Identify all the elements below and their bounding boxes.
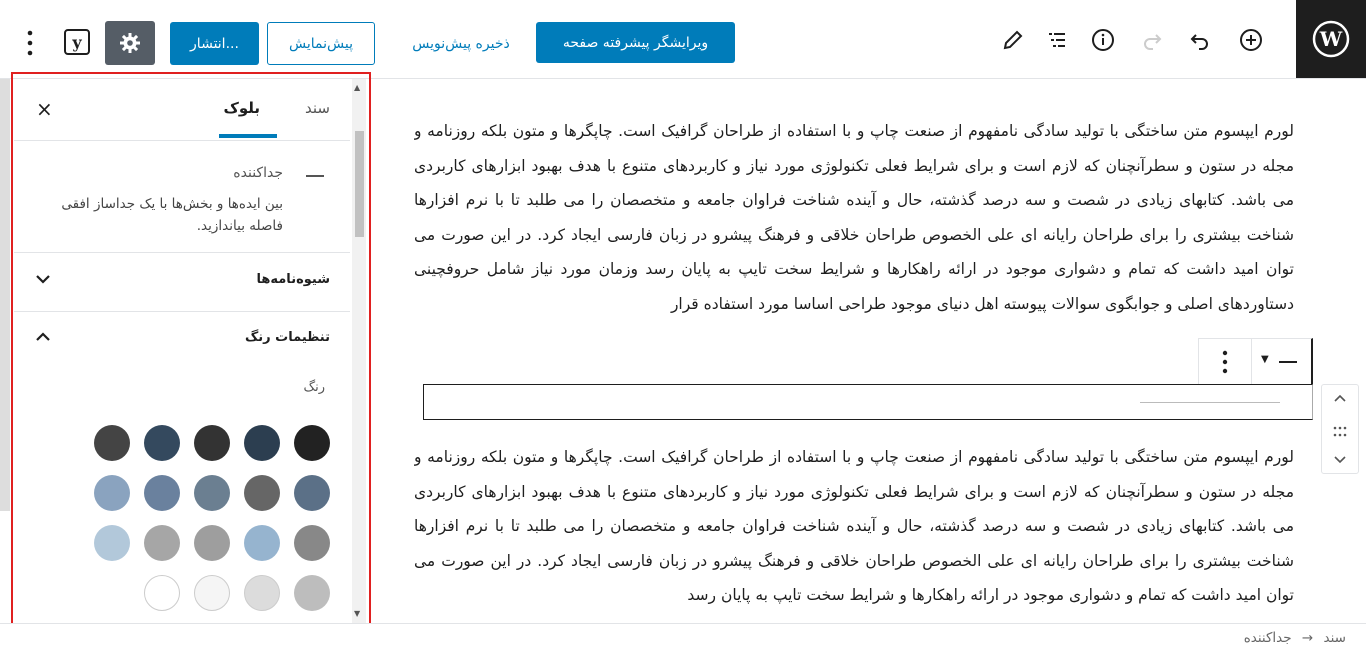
styles-panel-title[interactable]: شیوه‌نامه‌ها [256,272,330,287]
color-swatch[interactable] [94,525,130,561]
block-description: بین ایده‌ها و بخش‌ها با یک جداساز افقی ف… [61,196,283,234]
block-title: جداکننده [233,165,283,181]
vertical-ellipsis-icon[interactable] [1217,349,1233,379]
save-draft-button[interactable]: ذخیره پیش‌نویس [396,28,526,60]
color-swatch[interactable] [144,425,180,461]
breadcrumb: سند → جداکننده [1244,630,1346,646]
color-swatch[interactable] [294,525,330,561]
editor-footer: سند → جداکننده [0,623,1366,651]
breadcrumb-arrow: → [1301,630,1314,646]
scroll-up-arrow[interactable]: ▲ [354,83,360,92]
color-label: رنگ [303,380,325,395]
gear-icon [120,33,140,53]
scroll-down-arrow[interactable]: ▼ [354,609,360,618]
wordpress-icon: W [1312,20,1350,58]
color-swatch[interactable] [194,525,230,561]
yoast-icon[interactable]: y [64,29,90,55]
separator-block-icon[interactable] [1279,361,1297,363]
color-swatch[interactable] [194,475,230,511]
color-swatch[interactable] [294,425,330,461]
breadcrumb-root[interactable]: سند [1324,630,1346,646]
settings-sidebar: سند بلوک × جداکننده بین ایده‌ها و بخش‌ها… [0,79,370,639]
pencil-icon[interactable] [1000,27,1026,53]
undo-icon[interactable] [1187,27,1213,53]
color-swatch[interactable] [144,575,180,611]
color-swatch[interactable] [294,475,330,511]
sidebar-tabs: سند بلوک × [14,79,350,141]
active-tab-indicator [219,134,277,138]
list-view-icon[interactable] [1044,27,1070,53]
redo-icon[interactable] [1139,27,1165,53]
tab-block[interactable]: بلوک [223,99,260,117]
color-swatch[interactable] [244,525,280,561]
color-swatch[interactable] [144,525,180,561]
separator-line [1140,402,1280,403]
block-card: جداکننده بین ایده‌ها و بخش‌ها با یک جداس… [14,141,350,253]
color-swatch[interactable] [294,575,330,611]
svg-text:W: W [1319,27,1343,51]
paragraph-block[interactable]: لورم ایپسوم متن ساختگی با تولید سادگی نا… [414,114,1294,328]
styles-panel[interactable]: شیوه‌نامه‌ها [14,254,350,312]
plus-circle-icon[interactable] [1238,27,1264,53]
sidebar-scroll-thumb[interactable] [355,131,364,237]
vertical-ellipsis-icon[interactable] [22,28,38,58]
paragraph-block[interactable]: لورم ایپسوم متن ساختگی با تولید سادگی نا… [414,440,1294,622]
block-mover [1321,384,1359,474]
info-icon[interactable] [1090,27,1116,53]
drag-handle-icon[interactable] [1333,423,1347,442]
advanced-editor-button[interactable]: ویرایشگر پیشرفته صفحه [536,22,735,63]
color-swatch[interactable] [194,575,230,611]
tab-document[interactable]: سند [305,99,330,117]
color-swatch[interactable] [144,475,180,511]
color-swatch[interactable] [194,425,230,461]
color-panel-title[interactable]: تنظیمات رنگ [245,330,330,345]
chevron-up-icon[interactable] [34,328,52,351]
color-swatch[interactable] [244,575,280,611]
block-toolbar: ▼ [1198,338,1313,385]
wordpress-logo[interactable]: W [1296,0,1366,78]
preview-button[interactable]: پیش‌نمایش [267,22,375,65]
settings-button[interactable] [105,21,155,65]
caret-down-icon[interactable]: ▼ [1261,354,1269,365]
color-swatch[interactable] [244,475,280,511]
color-swatch[interactable] [94,425,130,461]
left-strip [0,79,10,511]
color-swatch[interactable] [244,425,280,461]
editor-header: W ویرایشگر پیشرفته صفحه ذخیره پیش‌نویس پ… [0,0,1366,79]
publish-button[interactable]: انتشار... [170,22,259,65]
toolbar-divider [1251,339,1252,385]
close-icon[interactable]: × [36,97,53,121]
chevron-up-icon[interactable] [1332,391,1348,411]
separator-block-icon [306,175,324,177]
chevron-down-icon[interactable] [34,270,52,293]
color-swatch[interactable] [94,475,130,511]
chevron-down-icon[interactable] [1332,451,1348,471]
breadcrumb-current: جداکننده [1243,630,1292,646]
